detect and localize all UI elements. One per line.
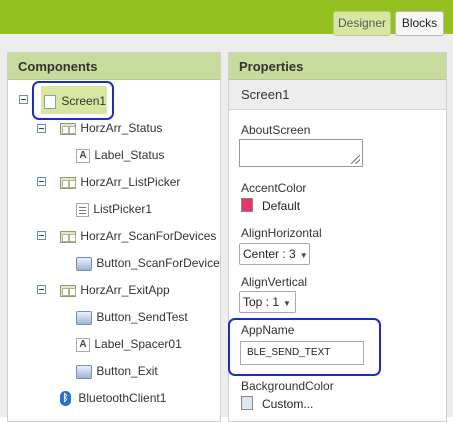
tree-item-horzarr-scanfordevices[interactable]: HorzArr_ScanForDevices	[60, 225, 216, 247]
dropdown-arrow-icon: ▼	[299, 251, 308, 260]
resize-grip-icon[interactable]	[351, 155, 360, 164]
accent-color-label: AccentColor	[241, 181, 307, 195]
tree-item-label: Button_ScanForDevice	[96, 256, 220, 270]
collapse-toggle-icon[interactable]	[37, 177, 46, 186]
tree-item-label-status[interactable]: A Label_Status	[76, 144, 164, 166]
collapse-toggle-icon[interactable]	[37, 285, 46, 294]
tree-item-label: ListPicker1	[93, 202, 153, 216]
tree-item-label: BluetoothClient1	[78, 391, 167, 405]
tree-item-label: Button_SendTest	[96, 310, 188, 324]
designer-button[interactable]: Designer	[333, 11, 391, 36]
appname-highlight-box	[228, 318, 381, 376]
bluetooth-icon: ᛒ	[60, 391, 71, 407]
tree-item-bluetoothclient1[interactable]: ᛒ BluetoothClient1	[60, 387, 166, 409]
align-horizontal-value: Center : 3	[243, 247, 296, 261]
background-color-label: BackgroundColor	[241, 379, 334, 393]
blocks-button[interactable]: Blocks	[395, 11, 444, 36]
properties-header: Properties	[229, 53, 446, 80]
about-screen-textarea[interactable]	[239, 139, 363, 167]
tree-item-label: HorzArr_Status	[80, 121, 163, 135]
collapse-toggle-icon[interactable]	[19, 95, 28, 104]
tree-item-button-scanfordevice[interactable]: Button_ScanForDevice	[76, 252, 220, 274]
button-icon	[76, 310, 92, 325]
tree-item-label: Label_Spacer01	[94, 337, 182, 351]
align-vertical-value: Top : 1	[243, 295, 280, 309]
tree-item-label: Button_Exit	[96, 364, 158, 378]
align-horizontal-label: AlignHorizontal	[241, 226, 322, 240]
screen1-highlight-box	[32, 81, 114, 120]
about-screen-label: AboutScreen	[241, 123, 311, 137]
tree-item-button-exit[interactable]: Button_Exit	[76, 360, 158, 382]
components-header: Components	[8, 53, 220, 80]
label-icon: A	[76, 148, 90, 163]
horizontal-arrangement-icon	[60, 122, 76, 135]
tree-item-label: HorzArr_ListPicker	[80, 175, 181, 189]
button-icon	[76, 256, 92, 271]
accent-color-value[interactable]: Default	[262, 199, 300, 213]
list-picker-icon	[76, 202, 89, 217]
label-icon: A	[76, 337, 90, 352]
background-color-value[interactable]: Custom...	[262, 397, 313, 411]
horizontal-arrangement-icon	[60, 230, 76, 243]
tree-item-button-sendtest[interactable]: Button_SendTest	[76, 306, 188, 328]
align-horizontal-select[interactable]: Center : 3 ▼	[239, 243, 310, 265]
horizontal-arrangement-icon	[60, 284, 76, 297]
tree-item-label: Label_Status	[94, 148, 165, 162]
tree-item-horzarr-exitapp[interactable]: HorzArr_ExitApp	[60, 279, 170, 301]
tree-item-horzarr-listpicker[interactable]: HorzArr_ListPicker	[60, 171, 180, 193]
tree-item-label-spacer01[interactable]: A Label_Spacer01	[76, 333, 182, 355]
align-vertical-select[interactable]: Top : 1 ▼	[239, 291, 296, 313]
align-vertical-label: AlignVertical	[241, 275, 308, 289]
tree-item-label: HorzArr_ExitApp	[80, 283, 170, 297]
button-icon	[76, 364, 92, 379]
selected-component-name: Screen1	[229, 80, 446, 110]
horizontal-arrangement-icon	[60, 176, 76, 189]
tree-item-listpicker1[interactable]: ListPicker1	[76, 198, 152, 220]
background-color-swatch[interactable]	[241, 396, 253, 410]
collapse-toggle-icon[interactable]	[37, 231, 46, 240]
accent-color-swatch[interactable]	[241, 198, 253, 212]
tree-item-horzarr-status[interactable]: HorzArr_Status	[60, 117, 162, 139]
dropdown-arrow-icon: ▼	[283, 299, 291, 308]
collapse-toggle-icon[interactable]	[37, 124, 46, 133]
tree-item-label: HorzArr_ScanForDevices	[80, 229, 217, 243]
